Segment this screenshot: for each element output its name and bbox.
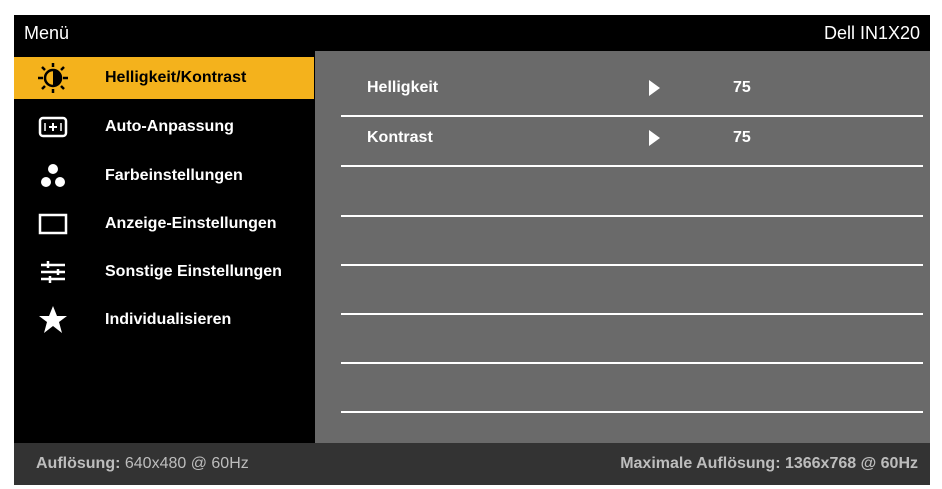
menu-item-brightness-contrast[interactable]: Helligkeit/Kontrast xyxy=(14,57,314,99)
menu-item-other-settings[interactable]: Sonstige Einstellungen xyxy=(14,251,314,293)
osd-window: Menü Dell IN1X20 Helligkeit/Kontrast Aut… xyxy=(14,15,930,485)
menu-item-auto-adjust[interactable]: Auto-Anpassung xyxy=(14,106,314,148)
arrow-right-icon xyxy=(649,80,660,96)
menu-sidebar: Helligkeit/Kontrast Auto-Anpassung Farbe… xyxy=(14,51,314,443)
submenu-panel: Helligkeit 75 Kontrast 75 xyxy=(315,51,930,443)
menu-title: Menü xyxy=(24,23,70,43)
menu-item-color-settings[interactable]: Farbeinstellungen xyxy=(14,155,314,197)
setting-name: Kontrast xyxy=(367,129,433,146)
current-resolution: Auflösung: 640x480 @ 60Hz xyxy=(36,455,249,473)
status-footer: Auflösung: 640x480 @ 60Hz Maximale Auflö… xyxy=(14,443,930,485)
display-icon xyxy=(36,207,70,241)
menu-item-label: Anzeige-Einstellungen xyxy=(105,215,277,232)
max-resolution: Maximale Auflösung: 1366x768 @ 60Hz xyxy=(620,455,918,472)
setting-row-contrast[interactable]: Kontrast 75 xyxy=(341,117,923,167)
setting-name: Helligkeit xyxy=(367,79,439,96)
sliders-icon xyxy=(36,255,70,289)
menu-item-label: Farbeinstellungen xyxy=(105,167,243,184)
setting-row-empty xyxy=(341,167,923,217)
arrow-right-icon xyxy=(649,130,660,146)
setting-row-empty xyxy=(341,265,923,315)
setting-row-empty xyxy=(341,216,923,266)
setting-value: 75 xyxy=(733,129,751,146)
setting-value: 75 xyxy=(733,79,751,96)
brightness-icon xyxy=(36,61,70,95)
menu-item-label: Sonstige Einstellungen xyxy=(105,263,282,280)
osd-header: Menü Dell IN1X20 xyxy=(14,15,930,51)
menu-item-label: Auto-Anpassung xyxy=(105,118,234,135)
menu-item-personalize[interactable]: Individualisieren xyxy=(14,299,314,341)
resolution-value: 640x480 @ 60Hz xyxy=(124,455,249,472)
resolution-label: Auflösung: xyxy=(36,455,121,472)
color-dots-icon xyxy=(36,159,70,193)
setting-row-brightness[interactable]: Helligkeit 75 xyxy=(341,67,923,117)
menu-item-display-settings[interactable]: Anzeige-Einstellungen xyxy=(14,203,314,245)
menu-item-label: Individualisieren xyxy=(105,311,232,328)
star-icon xyxy=(36,303,70,337)
menu-item-label: Helligkeit/Kontrast xyxy=(105,69,247,86)
setting-row-empty xyxy=(341,314,923,364)
monitor-model: Dell IN1X20 xyxy=(823,23,920,43)
setting-row-empty xyxy=(341,363,923,413)
auto-adjust-icon xyxy=(36,110,70,144)
